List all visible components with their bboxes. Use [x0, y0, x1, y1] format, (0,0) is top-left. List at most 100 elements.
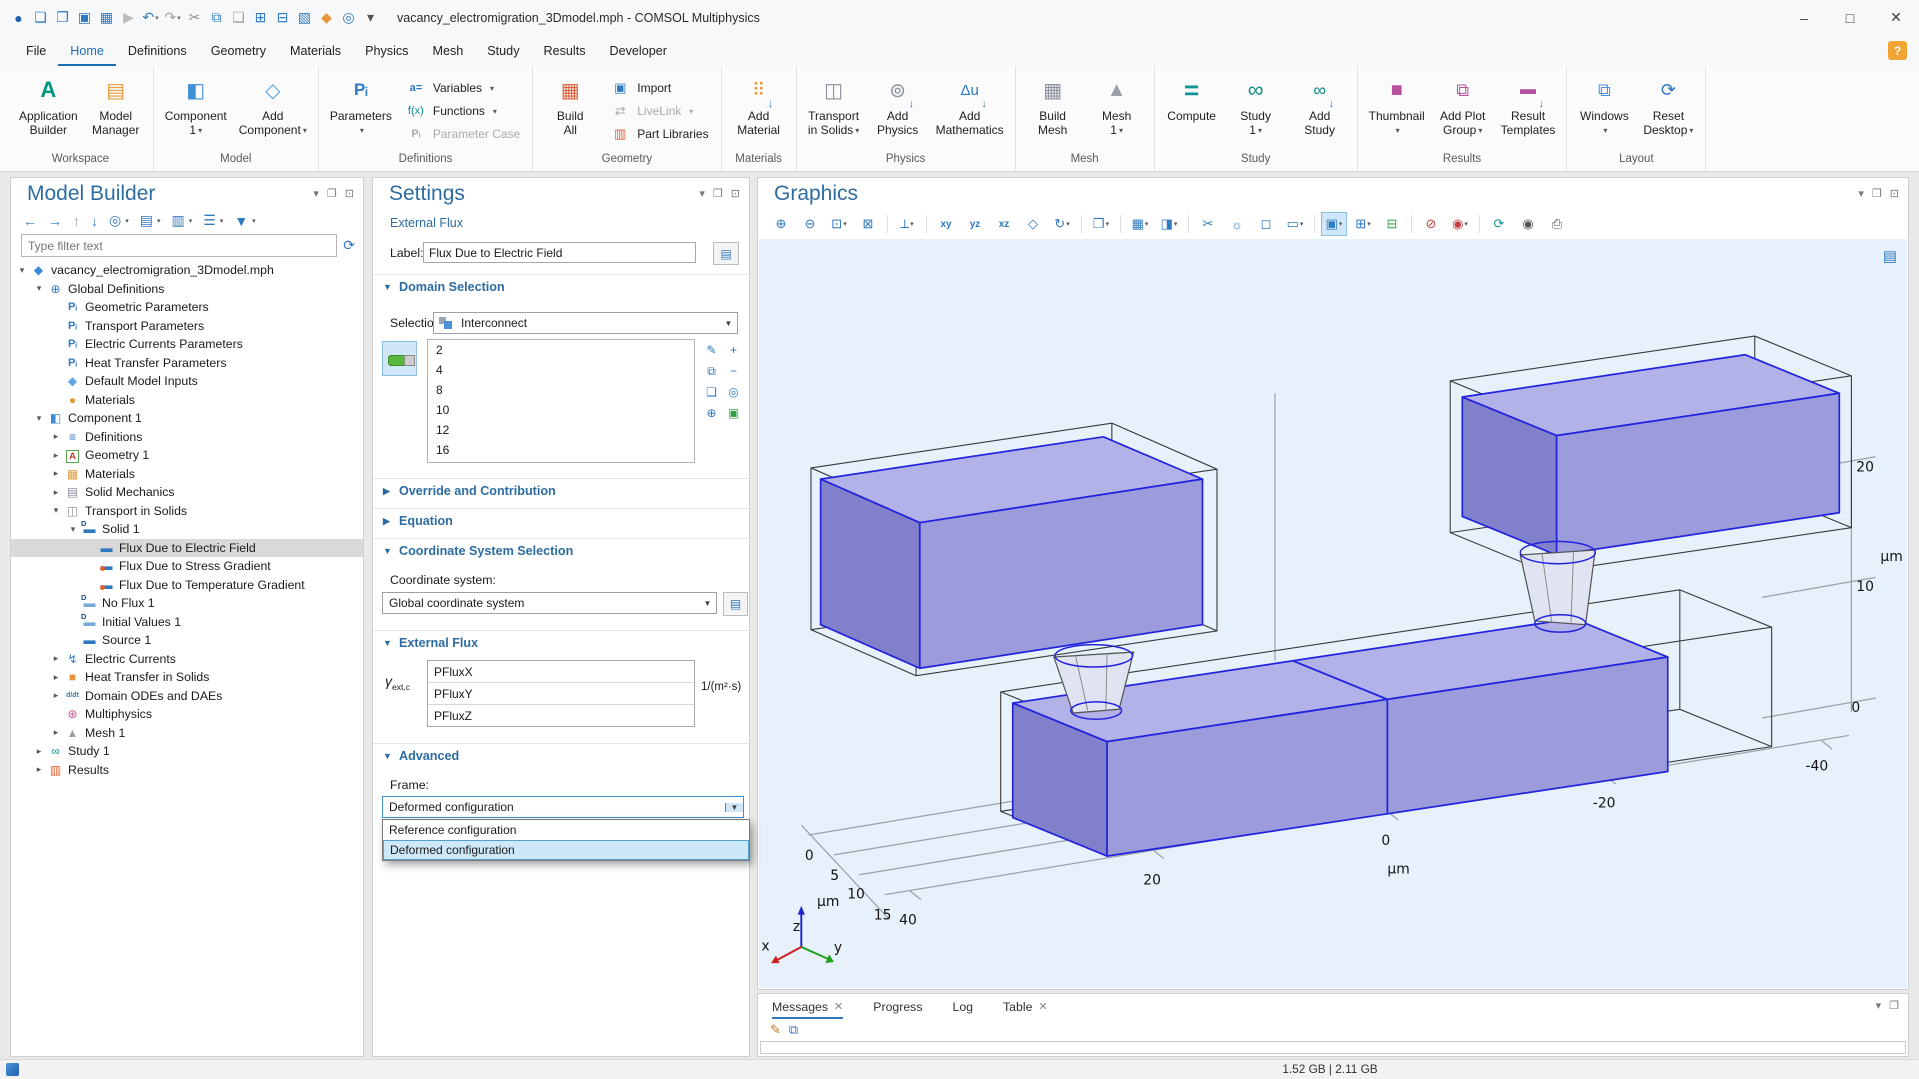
ribbon-result-templates[interactable]: ▬↓ResultTemplates [1496, 69, 1561, 153]
ribbon-functions[interactable]: f(x)Functions▾ [405, 102, 520, 121]
menu-materials[interactable]: Materials [278, 35, 353, 66]
pin-panel-icon[interactable]: ⊡ [345, 187, 354, 200]
domain-list-item[interactable]: 16 [428, 440, 694, 460]
close-tab-icon[interactable]: ✕ [834, 1000, 843, 1013]
menu-physics[interactable]: Physics [353, 35, 420, 66]
plot-tools-icon[interactable]: ◉▾ [1447, 212, 1473, 236]
section-override[interactable]: ▶ Override and Contribution [383, 484, 556, 498]
tab-table[interactable]: Table✕ [1003, 994, 1048, 1019]
ribbon-thumbnail[interactable]: ■Thumbnail▾ [1364, 69, 1430, 153]
tree-item-flux-due-to-temperature-gradient[interactable]: ▬Flux Due to Temperature Gradient [11, 576, 363, 595]
tree-item-electric-currents-parameters[interactable]: PᵢElectric Currents Parameters [11, 335, 363, 354]
collapse-nodes-icon[interactable]: ▥ [171, 212, 184, 229]
tree-item-geometric-parameters[interactable]: PᵢGeometric Parameters [11, 298, 363, 317]
copy-icon[interactable]: ⧉ [206, 6, 227, 30]
pin-panel-icon[interactable]: ⊡ [731, 187, 740, 200]
menu-study[interactable]: Study [475, 35, 531, 66]
tree-item-mesh-1[interactable]: ▸▲Mesh 1 [11, 724, 363, 743]
ribbon-add-component[interactable]: ◇AddComponent▾ [234, 69, 312, 153]
tree-item-transport-parameters[interactable]: PᵢTransport Parameters [11, 317, 363, 336]
tree-item-heat-transfer-parameters[interactable]: PᵢHeat Transfer Parameters [11, 354, 363, 373]
ribbon-mesh-1[interactable]: ▲Mesh1▾ [1086, 69, 1148, 153]
rotate-view-icon[interactable]: ↻▾ [1049, 212, 1075, 236]
close-tab-icon[interactable]: ✕ [1038, 1000, 1047, 1013]
tree-item-flux-due-to-stress-gradient[interactable]: ▬Flux Due to Stress Gradient [11, 557, 363, 576]
menu-results[interactable]: Results [532, 35, 598, 66]
menu-developer[interactable]: Developer [598, 35, 679, 66]
coordinate-system-tools-icon[interactable]: ▤ [723, 592, 748, 616]
tree-item-electric-currents[interactable]: ▸↯Electric Currents [11, 650, 363, 669]
panel-menu-icon[interactable]: ▾ [313, 187, 319, 200]
domain-list-item[interactable]: 4 [428, 360, 694, 380]
ribbon-parameters[interactable]: PᵢParameters▾ [325, 69, 397, 153]
ribbon-add-mathematics[interactable]: Δu↓AddMathematics [931, 69, 1009, 153]
view-xz-icon[interactable]: xz [991, 212, 1017, 236]
paste-icon[interactable]: ❏ [228, 6, 249, 30]
new-file-icon[interactable]: ❏ [30, 6, 51, 30]
maximize-button[interactable]: □ [1827, 0, 1873, 35]
ribbon-build-all[interactable]: ▦BuildAll [539, 69, 601, 153]
ribbon-parameter-case[interactable]: PᵢParameter Case [405, 125, 520, 144]
section-domain-selection[interactable]: ▼ Domain Selection [383, 280, 505, 294]
menu-file[interactable]: File [14, 35, 58, 66]
clear-plot-icon[interactable]: ⊘ [1418, 212, 1444, 236]
section-advanced[interactable]: ▼ Advanced [383, 749, 459, 763]
move-down-icon[interactable]: ↓ [91, 213, 98, 229]
material-sweep-icon[interactable]: ◆ [316, 6, 337, 30]
3d-model-scene[interactable]: 20µm100-40-200µm2040051015µmxyz [759, 239, 1907, 988]
view-menu-icon[interactable]: ❐▾ [1088, 212, 1114, 236]
flux-field-pfluxz[interactable]: PFluxZ [428, 704, 694, 726]
ribbon-part-libraries[interactable]: ▥Part Libraries [609, 125, 708, 144]
view-xy-icon[interactable]: xy [933, 212, 959, 236]
ribbon-build-mesh[interactable]: ▦BuildMesh [1022, 69, 1084, 153]
menu-mesh[interactable]: Mesh [420, 35, 475, 66]
clear-log-icon[interactable]: ✎ [770, 1022, 781, 1038]
domain-list-item[interactable]: 10 [428, 400, 694, 420]
show-toggle-icon[interactable]: ◎ [109, 212, 121, 229]
select-box-icon[interactable]: ▧ [294, 6, 315, 30]
option-deformed-configuration[interactable]: Deformed configuration [383, 840, 749, 860]
clip-plane-icon[interactable]: ✂ [1195, 212, 1221, 236]
cut-icon[interactable]: ✂ [184, 6, 205, 30]
ribbon-component-1[interactable]: ◧Component1▾ [160, 69, 232, 153]
tree-item-results[interactable]: ▸▥Results [11, 761, 363, 780]
go-forward-icon[interactable]: → [48, 213, 62, 229]
tree-item-source-1[interactable]: ▬Source 1 [11, 631, 363, 650]
domain-list-item[interactable]: 2 [428, 340, 694, 360]
panel-menu-icon[interactable]: ▾ [1876, 999, 1882, 1012]
tree-item-materials[interactable]: ▸▦Materials [11, 465, 363, 484]
ribbon-add-material[interactable]: ⠿↓AddMaterial [728, 69, 790, 153]
customize-toolbar-icon[interactable]: ▾ [360, 6, 381, 30]
float-panel-icon[interactable]: ❐ [713, 187, 723, 200]
center-selection-icon[interactable]: ⊕ [701, 403, 722, 423]
scene-light-icon[interactable]: ☼ [1224, 212, 1250, 236]
section-equation[interactable]: ▶ Equation [383, 514, 453, 528]
go-to-default-view-icon[interactable]: ⟂▾ [894, 212, 920, 236]
menu-definitions[interactable]: Definitions [116, 35, 199, 66]
ribbon-reset-desktop[interactable]: ⟳ResetDesktop▾ [1637, 69, 1699, 153]
activate-selection-icon[interactable]: ✎ [701, 340, 722, 360]
section-coordinate-system[interactable]: ▼ Coordinate System Selection [383, 544, 573, 558]
open-file-icon[interactable]: ❐ [52, 6, 73, 30]
refresh-icon[interactable]: ⟳ [343, 237, 355, 254]
tree-item-global-definitions[interactable]: ▾⊕Global Definitions [11, 280, 363, 299]
undo-icon[interactable]: ↶▾ [140, 6, 161, 30]
tree-item-no-flux-1[interactable]: ▬DNo Flux 1 [11, 594, 363, 613]
close-button[interactable]: ✕ [1873, 0, 1919, 35]
rename-settings-icon[interactable]: ▤ [713, 242, 739, 265]
run-icon[interactable]: ▶ [118, 6, 139, 30]
tree-item-flux-due-to-electric-field[interactable]: ▬Flux Due to Electric Field [11, 539, 363, 558]
node-grouping-icon[interactable]: ☰ [203, 212, 216, 229]
create-selection-icon[interactable]: ▣ [723, 403, 744, 423]
add-to-selection-icon[interactable]: + [723, 340, 744, 360]
help-icon[interactable]: ? [1888, 41, 1907, 60]
preview-icon[interactable]: ◎ [338, 6, 359, 30]
tree-item-initial-values-1[interactable]: ▬DInitial Values 1 [11, 613, 363, 632]
remove-from-selection-icon[interactable]: − [723, 361, 744, 381]
frame-combo[interactable]: Deformed configuration ▼ [382, 796, 744, 818]
ribbon-livelink[interactable]: ⇄LiveLink▾ [609, 102, 708, 121]
zoom-extents-icon[interactable]: ⊠ [855, 212, 881, 236]
tree-item-geometry-1[interactable]: ▸AGeometry 1 [11, 446, 363, 465]
domain-list-item[interactable]: 8 [428, 380, 694, 400]
ribbon-import[interactable]: ▣Import [609, 79, 708, 98]
